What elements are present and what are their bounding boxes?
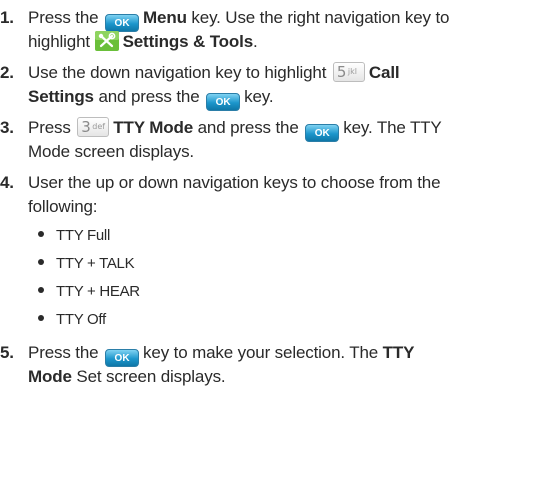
step-1-line-1: 1. Press the OK Menu key. Use the right na… [0, 6, 450, 32]
step-1-menu-bold: Menu [143, 8, 187, 27]
num-3-key-icon: 3 def [77, 117, 110, 137]
step-5-line-1: 5. Press the OK key to make your selection… [0, 341, 414, 367]
step-3-line-2: Mode screen displays. [28, 140, 194, 163]
step-5-line-2: Mode Set screen displays. [28, 365, 226, 388]
step-4-text-a: User the up or down navigation keys to c… [28, 173, 441, 192]
step-2-line-2: Settings and press the OK key. [28, 85, 274, 111]
option-label: TTY Off [56, 311, 106, 328]
step-4-line-2: following: [28, 195, 98, 218]
step-5-text-a: Press the [28, 343, 99, 362]
step-1-text-a: Press the [28, 8, 99, 27]
step-3-text-c: key. The TTY [343, 118, 442, 137]
instruction-document: 1. Press the OK Menu key. Use the right na… [0, 0, 539, 478]
step-4-number: 4. [0, 173, 14, 192]
option-tty-hear: TTY + HEAR [38, 282, 140, 302]
step-5-number: 5. [0, 343, 14, 362]
settings-tools-icon [94, 31, 119, 51]
step-4-text-b: following: [28, 197, 98, 216]
step-1-text-b: key. Use the right navigation key to [191, 8, 450, 27]
option-label: TTY Full [56, 227, 110, 244]
step-2-number: 2. [0, 63, 14, 82]
bullet-icon [38, 287, 44, 293]
num-5-key-icon: 5 jkl [332, 62, 365, 82]
step-2-text-b: and press the [98, 87, 200, 106]
bullet-icon [38, 315, 44, 321]
step-5-mode-bold: Mode [28, 367, 72, 386]
step-3-text-a: Press [28, 118, 71, 137]
option-label: TTY + TALK [56, 255, 135, 272]
step-2-text-a: Use the down navigation key to highlight [28, 63, 327, 82]
step-2-text-c: key. [244, 87, 274, 106]
step-2-call-bold: Call [368, 63, 400, 82]
step-5-tty-bold: TTY [382, 343, 415, 362]
step-3-text-b: and press the [197, 118, 299, 137]
option-tty-talk: TTY + TALK [38, 254, 135, 274]
step-4-line-1: 4. User the up or down navigation keys to… [0, 171, 441, 194]
step-5-text-b: key to make your selection. The [143, 343, 379, 362]
step-3-number: 3. [0, 118, 14, 137]
step-1-text-c: highlight [28, 32, 90, 51]
step-2-settings-bold: Settings [28, 87, 94, 106]
option-tty-off: TTY Off [38, 310, 106, 330]
step-2-line-1: 2. Use the down navigation key to highlig… [0, 61, 400, 84]
step-3-line-1: 3. Press 3 def TTY Mode and press the OK key… [0, 116, 442, 142]
step-3-text-d: Mode screen displays. [28, 142, 194, 161]
step-5-text-c: Set screen displays. [76, 367, 226, 386]
step-1-line-2: highlight Settings & Tools. [28, 30, 258, 53]
option-label: TTY + HEAR [56, 283, 140, 300]
step-3-tty-mode-bold: TTY Mode [113, 118, 194, 137]
ok-key-icon: OK [206, 93, 241, 111]
step-1-number: 1. [0, 8, 14, 27]
ok-key-icon: OK [305, 124, 340, 142]
step-1-settings-tools-bold: Settings & Tools [122, 32, 254, 51]
bullet-icon [38, 231, 44, 237]
step-1-text-d: . [253, 32, 258, 51]
option-tty-full: TTY Full [38, 226, 110, 246]
bullet-icon [38, 259, 44, 265]
